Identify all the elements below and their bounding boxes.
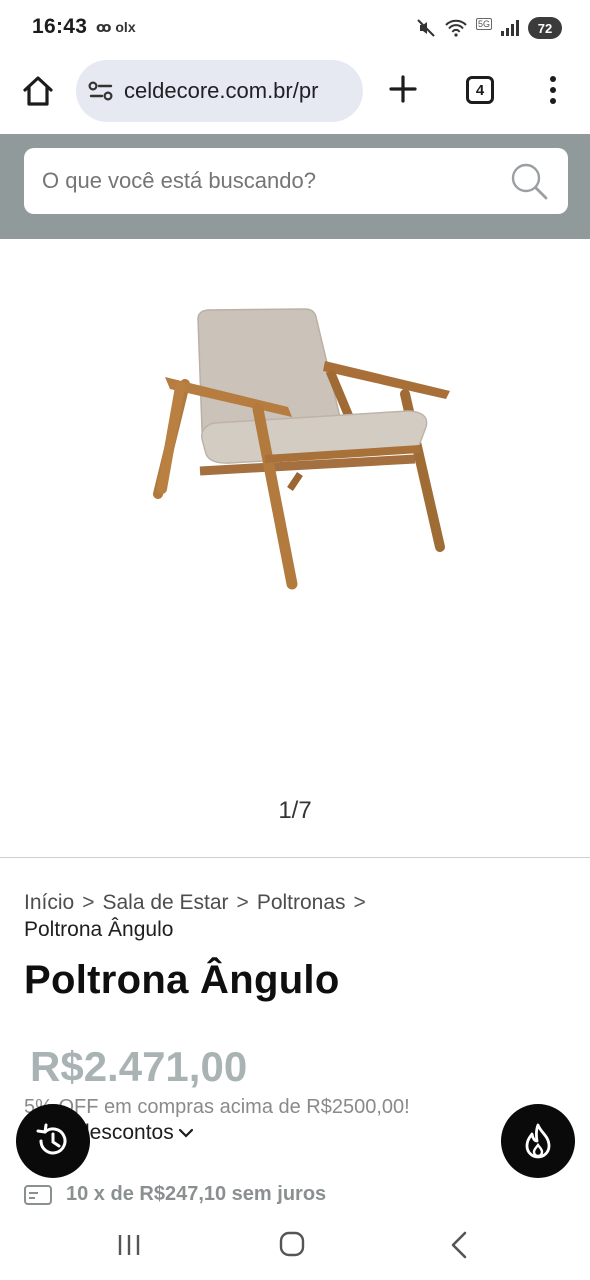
installments-info: 10 x de R$247,10 sem juros bbox=[24, 1183, 326, 1206]
tab-switcher-button[interactable]: 4 bbox=[466, 76, 494, 104]
breadcrumb-living-room[interactable]: Sala de Estar bbox=[102, 891, 228, 914]
product-price: R$2.471,00 bbox=[30, 1043, 248, 1090]
site-search-header bbox=[0, 134, 590, 239]
home-icon[interactable] bbox=[20, 73, 56, 109]
installments-text: 10 x de R$247,10 sem juros bbox=[66, 1183, 327, 1205]
status-time: 16:43 bbox=[32, 15, 88, 38]
breadcrumb-home[interactable]: Início bbox=[24, 891, 74, 914]
search-input[interactable] bbox=[42, 168, 482, 194]
breadcrumb-separator: > bbox=[236, 891, 249, 914]
more-menu-icon[interactable] bbox=[543, 74, 563, 106]
breadcrumb-separator: > bbox=[82, 891, 95, 914]
new-tab-icon[interactable] bbox=[386, 72, 420, 106]
credit-card-icon bbox=[24, 1184, 52, 1205]
signal-icon bbox=[501, 20, 519, 36]
breadcrumb-armchairs[interactable]: Poltronas bbox=[257, 891, 346, 914]
back-icon[interactable] bbox=[448, 1230, 470, 1260]
product-gallery[interactable]: 1/7 bbox=[0, 239, 590, 859]
mute-icon bbox=[417, 19, 435, 37]
divider bbox=[0, 857, 590, 858]
site-settings-icon[interactable] bbox=[88, 80, 114, 102]
system-nav-bar bbox=[0, 1214, 590, 1280]
status-bar: 16:43 ꝏ olx 5G 72 bbox=[0, 0, 590, 56]
wifi-icon bbox=[445, 19, 467, 37]
hot-deals-button[interactable] bbox=[501, 1104, 575, 1178]
browser-toolbar: celdecore.com.br/pr 4 bbox=[0, 56, 590, 134]
network-5g-tag: 5G bbox=[475, 18, 492, 30]
chevron-down-icon bbox=[178, 1128, 193, 1138]
url-text[interactable]: celdecore.com.br/pr bbox=[124, 78, 356, 104]
battery-indicator: 72 bbox=[528, 17, 562, 39]
notification-icons: ꝏ olx bbox=[96, 19, 136, 35]
status-icons: 5G 72 bbox=[416, 14, 562, 42]
recent-apps-icon[interactable] bbox=[116, 1232, 142, 1258]
flame-icon bbox=[525, 1123, 551, 1159]
breadcrumb-separator: > bbox=[353, 891, 366, 914]
promo-text: 5% OFF em compras acima de R$2500,00! bbox=[24, 1096, 410, 1118]
breadcrumb-current: Poltrona Ângulo bbox=[24, 918, 174, 941]
discounts-toggle[interactable]: descontos bbox=[78, 1121, 194, 1145]
product-title: Poltrona Ângulo bbox=[24, 958, 340, 1002]
search-icon[interactable] bbox=[508, 160, 550, 202]
product-photo-armchair[interactable] bbox=[140, 299, 470, 599]
history-icon bbox=[36, 1123, 67, 1155]
history-button[interactable] bbox=[16, 1104, 90, 1178]
search-box[interactable] bbox=[24, 148, 568, 214]
gallery-counter: 1/7 bbox=[278, 797, 312, 824]
home-nav-icon[interactable] bbox=[278, 1230, 306, 1258]
discounts-label: descontos bbox=[78, 1121, 174, 1144]
breadcrumb: Início > Sala de Estar > Poltronas > Poltrona… bbox=[24, 889, 564, 943]
address-bar[interactable]: celdecore.com.br/pr bbox=[76, 60, 363, 122]
